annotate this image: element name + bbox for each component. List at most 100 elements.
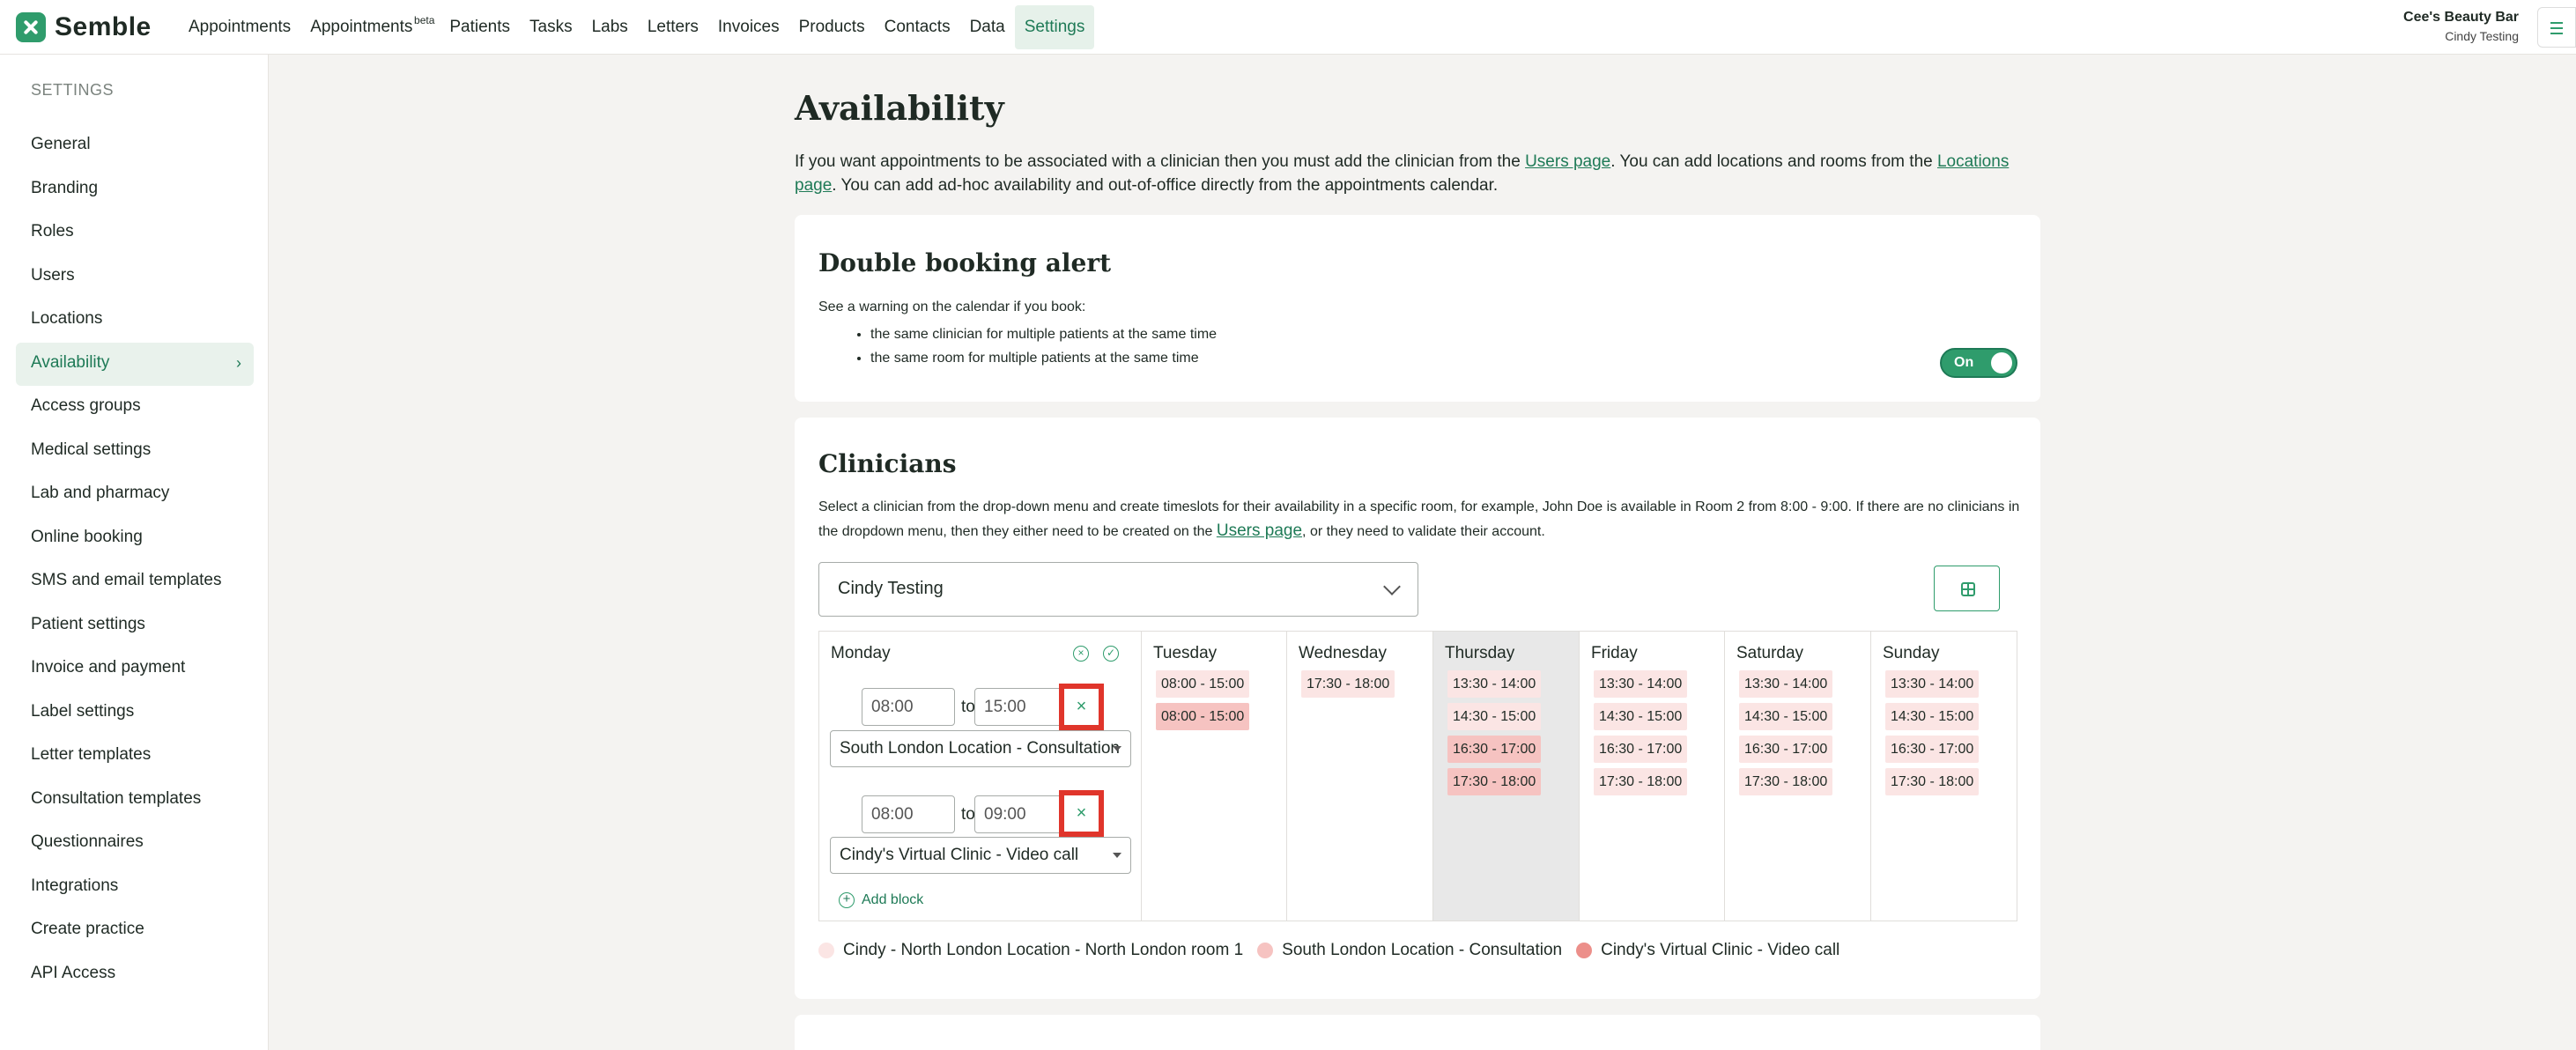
remove-block-1-button[interactable]: × — [1059, 684, 1104, 730]
legend-label: South London Location - Consultation — [1282, 941, 1563, 959]
block-2-location-select[interactable]: Cindy's Virtual Clinic - Video call — [830, 837, 1131, 874]
sidebar-item-lab-and-pharmacy[interactable]: Lab and pharmacy — [16, 473, 254, 517]
sidebar-item-invoice-payment[interactable]: Invoice and payment — [16, 647, 254, 691]
sidebar-item-sms-email-templates[interactable]: SMS and email templates — [16, 560, 254, 604]
sidebar-item-patient-settings[interactable]: Patient settings — [16, 604, 254, 648]
add-block-button[interactable]: + Add block — [839, 892, 923, 908]
availability-slot[interactable]: 17:30 - 18:00 — [1594, 768, 1688, 795]
sidebar-item-users[interactable]: Users — [16, 255, 254, 299]
semble-logo[interactable]: Semble — [16, 12, 152, 42]
menu-button[interactable] — [2537, 7, 2576, 48]
day-column-tuesday: Tuesday 08:00 - 15:00 08:00 - 15:00 — [1142, 632, 1287, 921]
availability-slot[interactable]: 13:30 - 14:00 — [1739, 670, 1833, 698]
sidebar-item-integrations[interactable]: Integrations — [16, 866, 254, 910]
double-booking-card: Double booking alert See a warning on th… — [795, 215, 2040, 402]
legend-label: Cindy's Virtual Clinic - Video call — [1601, 941, 1840, 959]
nav-data[interactable]: Data — [960, 5, 1015, 49]
intro-text: . You can add locations and rooms from t… — [1610, 152, 1937, 171]
block-1-to-input[interactable]: 15:00 — [974, 688, 1070, 726]
nav-patients[interactable]: Patients — [440, 5, 520, 49]
sidebar-item-api-access[interactable]: API Access — [16, 953, 254, 997]
remove-block-2-button[interactable]: × — [1059, 790, 1104, 837]
clinician-select[interactable]: Cindy Testing — [818, 562, 1418, 617]
dropdown-arrow-icon — [1113, 746, 1121, 751]
sidebar-item-label-settings[interactable]: Label settings — [16, 691, 254, 736]
clear-day-icon[interactable]: × — [1073, 646, 1089, 662]
sidebar-item-general[interactable]: General — [16, 124, 254, 168]
users-page-link[interactable]: Users page — [1525, 152, 1610, 171]
availability-slot[interactable]: 14:30 - 15:00 — [1594, 703, 1688, 730]
day-name: Monday — [831, 644, 891, 662]
availability-slot[interactable]: 08:00 - 15:00 — [1156, 670, 1250, 698]
availability-slot[interactable]: 14:30 - 15:00 — [1447, 703, 1542, 730]
sidebar-item-locations[interactable]: Locations — [16, 299, 254, 343]
calendar-view-button[interactable] — [1934, 566, 2000, 611]
clinicians-card: Clinicians Select a clinician from the d… — [795, 418, 2040, 999]
beta-badge: beta — [414, 14, 435, 26]
sidebar-item-availability[interactable]: Availability › — [16, 342, 254, 386]
availability-slot[interactable]: 14:30 - 15:00 — [1885, 703, 1980, 730]
availability-slot[interactable]: 17:30 - 18:00 — [1739, 768, 1833, 795]
sidebar-item-access-groups[interactable]: Access groups — [16, 386, 254, 430]
users-page-link[interactable]: Users page — [1217, 521, 1302, 540]
nav-invoices[interactable]: Invoices — [708, 5, 789, 49]
sidebar-item-consultation-templates[interactable]: Consultation templates — [16, 779, 254, 823]
availability-slot[interactable]: 17:30 - 18:00 — [1447, 768, 1542, 795]
add-block-label: Add block — [862, 892, 924, 907]
practice-name: Cee's Beauty Bar — [2403, 10, 2519, 25]
availability-slot[interactable]: 16:30 - 17:00 — [1739, 736, 1833, 763]
sidebar-item-medical-settings[interactable]: Medical settings — [16, 430, 254, 474]
availability-slot[interactable]: 13:30 - 14:00 — [1885, 670, 1980, 698]
legend-item: Cindy's Virtual Clinic - Video call — [1576, 941, 1839, 960]
availability-slot[interactable]: 13:30 - 14:00 — [1447, 670, 1542, 698]
block-2-from-input[interactable]: 08:00 — [862, 795, 955, 833]
chevron-right-icon: › — [236, 353, 241, 372]
user-name: Cindy Testing — [2445, 29, 2519, 43]
block-2-to-input[interactable]: 09:00 — [974, 795, 1070, 833]
sidebar-item-questionnaires[interactable]: Questionnaires — [16, 822, 254, 866]
sidebar-item-create-practice[interactable]: Create practice — [16, 909, 254, 953]
sidebar-item-letter-templates[interactable]: Letter templates — [16, 735, 254, 779]
double-booking-toggle[interactable]: On — [1940, 348, 2017, 378]
day-column-friday: Friday 13:30 - 14:00 14:30 - 15:00 16:30… — [1580, 632, 1725, 921]
day-column-sunday: Sunday 13:30 - 14:00 14:30 - 15:00 16:30… — [1871, 632, 2017, 921]
to-label: to — [961, 698, 975, 716]
legend-dot — [1576, 943, 1593, 958]
toggle-label: On — [1954, 355, 1974, 370]
confirm-day-icon[interactable]: ✓ — [1103, 646, 1119, 662]
day-name: Saturday — [1736, 644, 1804, 662]
clinician-select-value: Cindy Testing — [838, 579, 944, 598]
block-1-location-select[interactable]: South London Location - Consultation — [830, 730, 1131, 767]
availability-slot[interactable]: 17:30 - 18:00 — [1301, 670, 1395, 698]
day-column-monday: Monday × ✓ 08:00 to 15:00 × South London… — [819, 632, 1142, 921]
nav-contacts[interactable]: Contacts — [875, 5, 960, 49]
clinicians-title: Clinicians — [818, 449, 957, 478]
next-section-card — [795, 1015, 2040, 1050]
nav-appointments-beta[interactable]: Appointments beta — [300, 5, 434, 49]
settings-sidebar: SETTINGS General Branding Roles Users Lo… — [0, 55, 269, 1050]
availability-slot[interactable]: 13:30 - 14:00 — [1594, 670, 1688, 698]
nav-appointments[interactable]: Appointments — [179, 5, 300, 49]
account-switcher[interactable]: Cee's Beauty Bar Cindy Testing — [2403, 10, 2519, 43]
legend-item: Cindy - North London Location - North Lo… — [818, 941, 1243, 960]
sidebar-item-roles[interactable]: Roles — [16, 211, 254, 255]
chevron-down-icon — [1383, 578, 1401, 595]
availability-slot[interactable]: 16:30 - 17:00 — [1594, 736, 1688, 763]
day-name: Thursday — [1445, 644, 1515, 662]
nav-products[interactable]: Products — [789, 5, 875, 49]
semble-logo-icon — [16, 12, 46, 42]
availability-slot[interactable]: 16:30 - 17:00 — [1447, 736, 1542, 763]
availability-slot[interactable]: 17:30 - 18:00 — [1885, 768, 1980, 795]
availability-slot[interactable]: 08:00 - 15:00 — [1156, 703, 1250, 730]
double-booking-title: Double booking alert — [818, 248, 1112, 277]
nav-tasks[interactable]: Tasks — [520, 5, 582, 49]
nav-settings[interactable]: Settings — [1014, 5, 1095, 49]
nav-labs[interactable]: Labs — [582, 5, 638, 49]
block-1-from-input[interactable]: 08:00 — [862, 688, 955, 726]
nav-letters[interactable]: Letters — [638, 5, 708, 49]
availability-slot[interactable]: 16:30 - 17:00 — [1885, 736, 1980, 763]
availability-slot[interactable]: 14:30 - 15:00 — [1739, 703, 1833, 730]
sidebar-item-branding[interactable]: Branding — [16, 168, 254, 212]
sidebar-list: General Branding Roles Users Locations A… — [16, 124, 254, 996]
sidebar-item-online-booking[interactable]: Online booking — [16, 517, 254, 561]
